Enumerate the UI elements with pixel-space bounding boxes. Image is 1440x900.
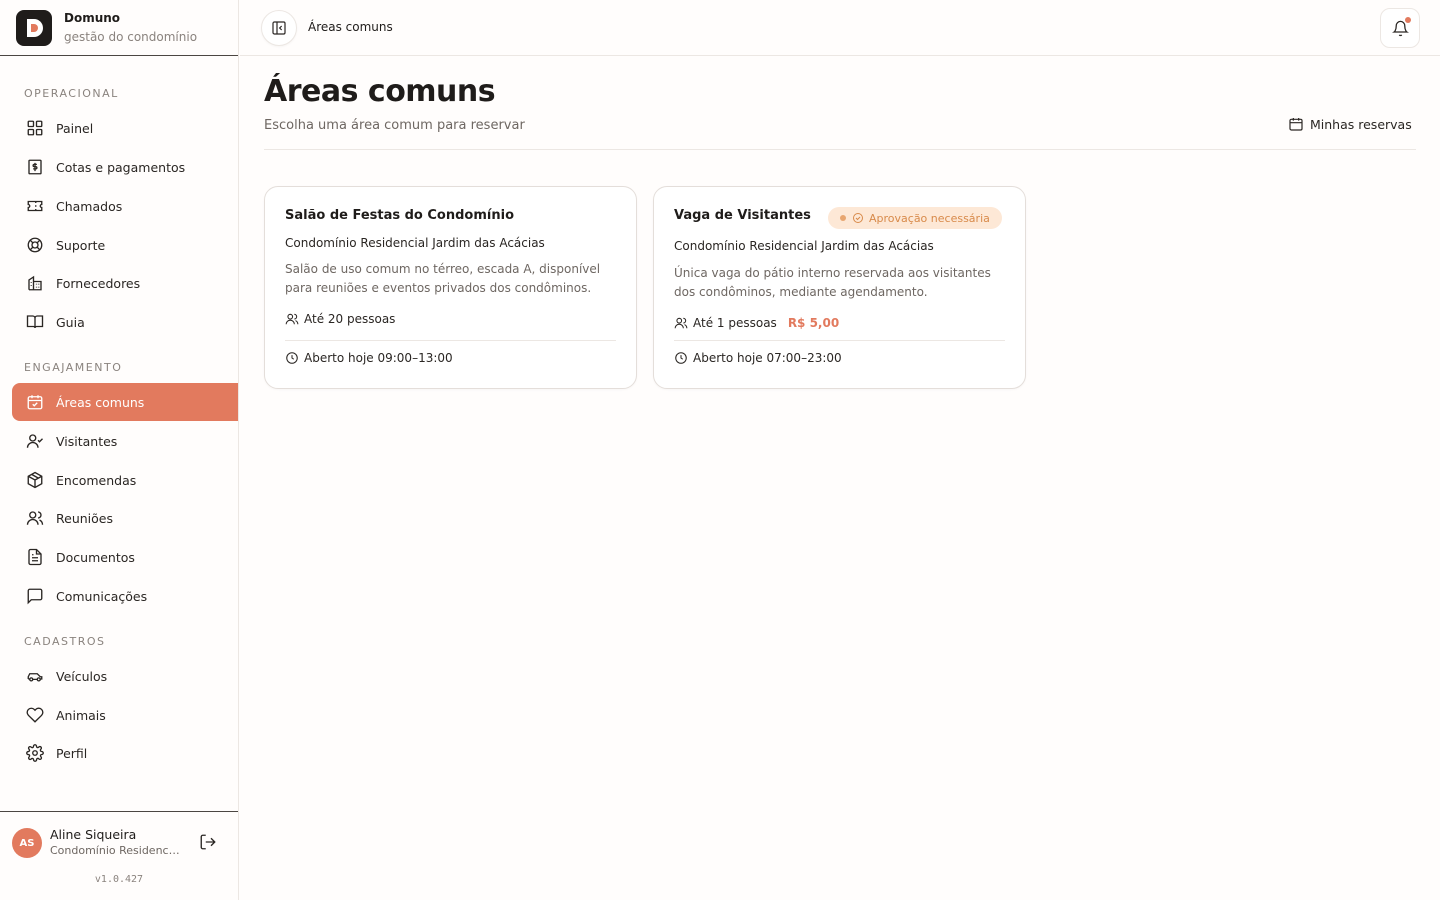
- section-engajamento: ENGAJAMENTO: [24, 361, 123, 374]
- sidebar-item-encomendas[interactable]: Encomendas: [12, 461, 238, 499]
- sidebar-item-label: Encomendas: [56, 472, 137, 488]
- user-check-icon: [26, 434, 43, 448]
- card-divider: [674, 340, 1005, 341]
- card-hours: Aberto hoje 09:00–13:00: [285, 351, 453, 365]
- lifebuoy-icon: [27, 237, 43, 253]
- sidebar-toggle-button[interactable]: [261, 10, 297, 46]
- section-cadastros: CADASTROS: [24, 635, 106, 648]
- users-icon: [285, 313, 299, 325]
- divider: [264, 149, 1416, 150]
- notifications-button[interactable]: [1380, 8, 1420, 48]
- sidebar-item-comunicacoes[interactable]: Comunicações: [12, 577, 238, 615]
- sidebar-item-label: Áreas comuns: [56, 394, 145, 410]
- sidebar-item-painel[interactable]: Painel: [12, 109, 238, 147]
- sidebar-item-label: Cotas e pagamentos: [56, 159, 186, 175]
- sidebar-item-fornecedores[interactable]: Fornecedores: [12, 264, 238, 302]
- user-org: Condomínio Residencial Jardim das Acácia…: [50, 844, 182, 857]
- hours-text: Aberto hoje 09:00–13:00: [304, 351, 453, 365]
- sidebar-item-label: Reuniões: [56, 510, 113, 526]
- area-card[interactable]: Vaga de Visitantes Aprovação necessária …: [653, 186, 1026, 389]
- sidebar-item-label: Documentos: [56, 549, 135, 565]
- sidebar-item-visitantes[interactable]: Visitantes: [12, 422, 238, 460]
- card-org: Condomínio Residencial Jardim das Acácia…: [285, 236, 545, 250]
- user-name: Aline Siqueira: [50, 827, 137, 842]
- panel-left-icon: [272, 21, 286, 35]
- sidebar-item-suporte[interactable]: Suporte: [12, 226, 238, 264]
- car-icon: [27, 673, 43, 682]
- card-description: Salão de uso comum no térreo, escada A, …: [285, 262, 601, 295]
- price-text: R$ 5,00: [787, 316, 840, 330]
- card-title: Vaga de Visitantes: [674, 208, 811, 223]
- sidebar-item-label: Comunicações: [56, 588, 148, 604]
- sidebar-item-veiculos[interactable]: Veículos: [12, 657, 238, 695]
- approval-badge: Aprovação necessária: [828, 207, 1002, 229]
- section-operacional: OPERACIONAL: [24, 87, 119, 100]
- ticket-icon: [27, 200, 43, 212]
- sidebar-item-label: Veículos: [56, 668, 108, 684]
- receipt-icon: [28, 159, 42, 175]
- card-capacity: Até 1 pessoas R$ 5,00: [674, 316, 839, 330]
- sidebar-item-cotas[interactable]: Cotas e pagamentos: [12, 148, 238, 186]
- calendar-check-icon: [27, 395, 43, 410]
- page-title: Áreas comuns: [264, 74, 496, 109]
- notification-dot: [1405, 17, 1411, 23]
- sidebar-item-label: Guia: [56, 314, 85, 330]
- user-panel: AS Aline Siqueira Condomínio Residencial…: [0, 811, 238, 900]
- brand-logo-icon: [16, 9, 52, 46]
- sidebar: Domuno gestão do condomínio OPERACIONAL …: [0, 0, 239, 900]
- sidebar-item-animais[interactable]: Animais: [12, 696, 238, 734]
- building-icon: [28, 275, 42, 291]
- sidebar-item-perfil[interactable]: Perfil: [12, 734, 238, 772]
- grid-icon: [27, 120, 43, 136]
- area-card[interactable]: Salão de Festas do Condomínio Condomínio…: [264, 186, 637, 389]
- sidebar-item-label: Painel: [56, 120, 94, 136]
- clock-icon: [286, 352, 298, 364]
- book-icon: [26, 315, 44, 329]
- gear-icon: [26, 744, 44, 762]
- brand-name: Domuno: [64, 10, 121, 25]
- brand[interactable]: Domuno gestão do condomínio: [0, 0, 238, 56]
- page-subtitle: Escolha uma área comum para reservar: [264, 118, 525, 133]
- brand-subtitle: gestão do condomínio: [64, 29, 198, 44]
- sidebar-item-label: Fornecedores: [56, 275, 141, 291]
- my-reservations-label: Minhas reservas: [1310, 116, 1412, 132]
- sidebar-item-label: Animais: [56, 707, 106, 723]
- app-version: v1.0.427: [94, 874, 144, 885]
- sidebar-item-label: Suporte: [56, 237, 106, 253]
- capacity-text: Até 1 pessoas: [693, 316, 777, 330]
- sidebar-item-reunioes[interactable]: Reuniões: [12, 499, 238, 537]
- sidebar-item-chamados[interactable]: Chamados: [12, 187, 238, 225]
- sidebar-item-documentos[interactable]: Documentos: [12, 538, 238, 576]
- sidebar-item-label: Chamados: [56, 198, 123, 214]
- hours-text: Aberto hoje 07:00–23:00: [693, 351, 842, 365]
- card-divider: [285, 340, 616, 341]
- heart-icon: [26, 707, 44, 723]
- message-square-icon: [27, 588, 43, 605]
- capacity-text: Até 20 pessoas: [304, 312, 396, 326]
- check-circle-icon: [853, 213, 863, 223]
- sidebar-item-label: Visitantes: [56, 433, 118, 449]
- file-text-icon: [28, 548, 42, 566]
- logout-icon: [200, 834, 216, 850]
- card-org: Condomínio Residencial Jardim das Acácia…: [674, 239, 934, 253]
- sidebar-item-label: Perfil: [56, 745, 88, 761]
- logout-button[interactable]: [199, 833, 219, 853]
- package-icon: [27, 471, 43, 489]
- badge-label: Aprovação necessária: [869, 211, 990, 225]
- card-capacity: Até 20 pessoas: [285, 312, 395, 326]
- sidebar-item-guia[interactable]: Guia: [12, 303, 238, 341]
- sidebar-item-areas-comuns[interactable]: Áreas comuns: [12, 383, 238, 421]
- card-description: Única vaga do pátio interno reservada ao…: [674, 266, 991, 299]
- users-icon: [26, 511, 44, 525]
- card-title: Salão de Festas do Condomínio: [285, 208, 514, 223]
- card-hours: Aberto hoje 07:00–23:00: [674, 351, 842, 365]
- users-icon: [674, 317, 688, 329]
- calendar-icon: [1289, 118, 1303, 131]
- badge-dot: [840, 215, 846, 221]
- topbar: Áreas comuns: [240, 0, 1440, 56]
- breadcrumb: Áreas comuns: [308, 20, 393, 34]
- clock-icon: [675, 352, 687, 364]
- my-reservations-link[interactable]: Minhas reservas: [1288, 116, 1412, 132]
- avatar[interactable]: AS: [12, 828, 42, 858]
